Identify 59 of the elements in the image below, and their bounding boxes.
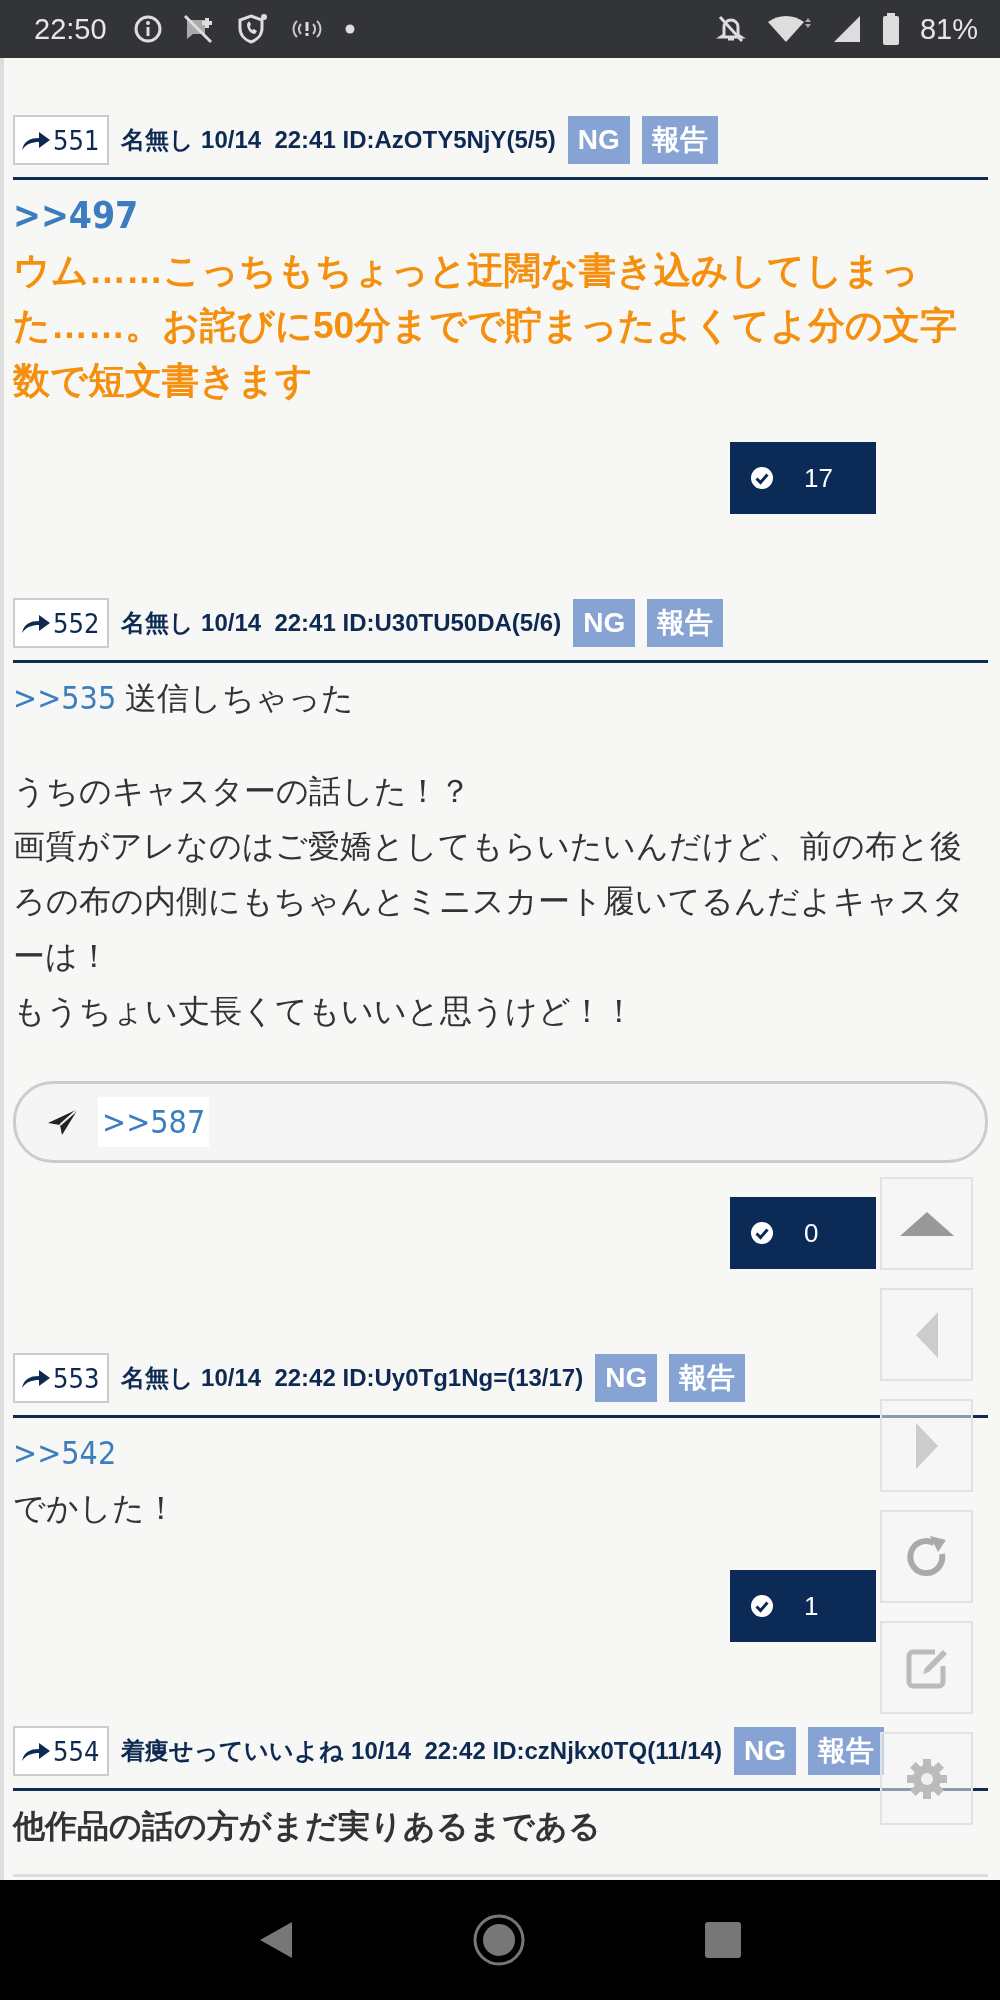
post-text: うちのキャスターの話した！？ [13, 773, 471, 809]
post-text: 画質がアレなのはご愛嬌としてもらいたいんだけど、前の布と後ろの布の内側にもちゃんとミニスカート履いてるんだよキャスターは！ [13, 828, 965, 974]
post-meta: 着痩せっていいよね 10/14 22:42 ID:czNjkx0TQ(11/14) [121, 1736, 722, 1766]
forward-button[interactable] [880, 1399, 973, 1492]
home-nav-icon[interactable] [472, 1913, 526, 1967]
right-triangle-icon [914, 1421, 939, 1470]
shield-phone-icon [236, 13, 269, 45]
post-text: 送信しちゃった [125, 680, 355, 716]
check-circle-icon [750, 1594, 774, 1618]
reply-number-button[interactable]: 553 [13, 1353, 110, 1403]
share-arrow-icon [21, 612, 51, 634]
check-circle-icon [750, 1221, 774, 1245]
reply-number-button[interactable]: 554 [13, 1726, 110, 1776]
post-text: ウム……こっちもちょっと迂闊な書き込みしてしまった……。お詫びに50分までで貯まったよくてよ分の文字数で短文書きます [13, 250, 958, 401]
like-button[interactable]: 0 [730, 1197, 876, 1269]
back-nav-icon[interactable] [259, 1920, 294, 1960]
post-meta: 名無し 10/14 22:41 ID:AzOTY5NjY(5/5) [121, 125, 556, 155]
share-arrow-icon [21, 129, 51, 151]
post-text: でかした！ [13, 1490, 177, 1526]
reply-anchor-link[interactable]: >>497 [13, 194, 139, 237]
like-button[interactable]: 17 [730, 442, 876, 514]
share-arrow-icon [21, 1367, 51, 1389]
post-meta: 名無し 10/14 22:42 ID:Uy0Tg1Ng=(13/17) [121, 1363, 584, 1393]
compose-button[interactable] [880, 1621, 973, 1714]
left-triangle-icon [914, 1310, 939, 1359]
report-button[interactable]: 報告 [647, 599, 724, 647]
battery-icon [881, 13, 900, 45]
reply-number-button[interactable]: 552 [13, 598, 110, 648]
settings-icon [904, 1756, 949, 1801]
clock-time: 22:50 [34, 12, 107, 46]
report-button[interactable]: 報告 [807, 1727, 884, 1775]
recents-nav-icon[interactable] [704, 1922, 741, 1958]
reply-field[interactable]: >>587 [13, 1081, 988, 1163]
post-text: 他作品の話の方がまだ実りあるまである [13, 1808, 601, 1844]
reply-anchor-link[interactable]: >>542 [13, 1434, 117, 1472]
report-button[interactable]: 報告 [669, 1354, 746, 1402]
reply-anchor-link[interactable]: >>535 [13, 679, 117, 717]
ng-button[interactable]: NG [733, 1727, 796, 1775]
wifi-icon [765, 14, 812, 44]
ng-button[interactable]: NG [567, 116, 630, 164]
share-arrow-icon [21, 1740, 51, 1762]
ng-button[interactable]: NG [595, 1354, 658, 1402]
check-circle-icon [750, 466, 774, 490]
scroll-top-button[interactable] [880, 1177, 973, 1270]
report-button[interactable]: 報告 [641, 116, 718, 164]
post-text: もうちょい丈長くてもいいと思うけど！！ [13, 993, 635, 1029]
back-button[interactable] [880, 1288, 973, 1381]
like-button[interactable]: 1 [730, 1570, 876, 1642]
settings-button[interactable] [880, 1732, 973, 1825]
reload-button[interactable] [880, 1510, 973, 1603]
reply-number-button[interactable]: 551 [13, 115, 110, 165]
ng-button[interactable]: NG [573, 599, 636, 647]
battery-percent: 81% [919, 12, 978, 46]
muted-bell-icon [715, 14, 746, 44]
info-icon [132, 14, 163, 44]
post-meta: 名無し 10/14 22:41 ID:U30TU50DA(5/6) [121, 608, 562, 638]
dot-icon [344, 24, 355, 34]
up-triangle-icon [898, 1210, 955, 1237]
send-icon [46, 1107, 80, 1137]
